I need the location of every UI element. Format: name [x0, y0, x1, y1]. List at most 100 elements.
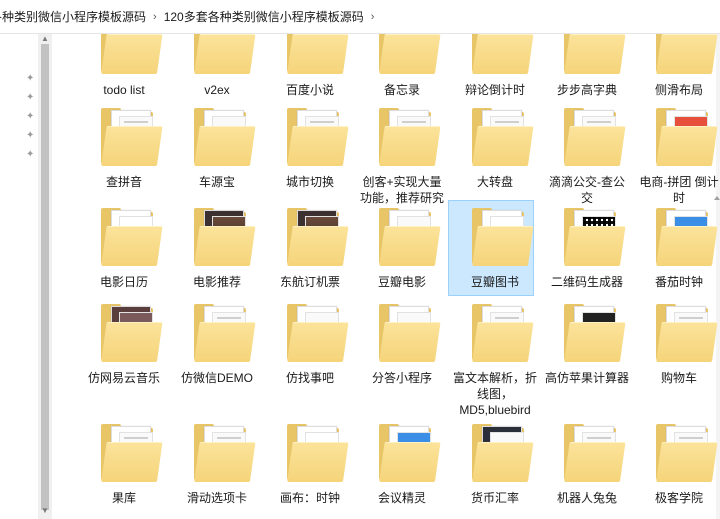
folder-label: 分答小程序 [371, 371, 432, 385]
folder-item[interactable]: 仿微信DEMO [174, 304, 260, 386]
folder-item[interactable]: 东航订机票 [267, 208, 353, 290]
pin-icon[interactable]: ✦ [26, 150, 36, 160]
folder-item[interactable]: 仿找事吧 [267, 304, 353, 386]
folder-item[interactable]: todo list [81, 34, 167, 98]
folder-icon: 8 [93, 208, 163, 268]
folder-item[interactable]: 画布：时钟 [267, 424, 353, 506]
folder-item[interactable]: 步步高字典 [544, 34, 630, 98]
folder-icon [93, 424, 163, 484]
folder-label: 备忘录 [383, 83, 420, 97]
folder-item[interactable]: 辩论倒计时 [452, 34, 538, 98]
folder-item[interactable]: 果库 [81, 424, 167, 506]
folder-item[interactable]: 仿网易云音乐 [81, 304, 167, 386]
chevron-right-icon[interactable]: › [368, 11, 378, 23]
folder-icon [279, 208, 349, 268]
folder-item[interactable]: 查拼音 [81, 108, 167, 190]
folder-label: 东航订机票 [279, 275, 340, 289]
folder-item[interactable]: 滴滴公交-查公交 [544, 108, 630, 206]
folder-item[interactable]: 百度小说 [267, 34, 353, 98]
folder-label: 查拼音 [105, 175, 142, 189]
folder-item[interactable]: 高仿苹果计算器 [544, 304, 630, 386]
folder-item[interactable]: 城市切换 [267, 108, 353, 190]
scroll-up-icon[interactable]: ▲ [41, 35, 49, 43]
navigation-pane: ✦ ✦ ✦ ✦ ✦ ▲ ▼ [0, 34, 52, 519]
folder-icon [464, 34, 534, 76]
folder-item[interactable]: 大转盘 [452, 108, 538, 190]
folder-label: 车源宝 [198, 175, 235, 189]
folder-label: 滑动选项卡 [186, 491, 247, 505]
folder-label: 仿微信DEMO [180, 371, 253, 385]
folder-icon [648, 424, 718, 484]
folder-icon [556, 208, 626, 268]
folder-label: 大转盘 [476, 175, 513, 189]
folder-item[interactable]: 极客学院 [636, 424, 720, 506]
folder-label: 仿找事吧 [285, 371, 334, 385]
folder-item[interactable]: 备忘录 [359, 34, 445, 98]
scroll-down-icon[interactable]: ▼ [41, 507, 49, 515]
folder-label: 画布：时钟 [279, 491, 340, 505]
folder-icon [186, 208, 256, 268]
pin-icon[interactable]: ✦ [26, 131, 36, 141]
folder-label: 二维码生成器 [550, 275, 623, 289]
folder-icon [648, 34, 718, 76]
folder-label: 步步高字典 [556, 83, 617, 97]
folder-item[interactable]: 机器人兔兔 [544, 424, 630, 506]
folder-icon [186, 108, 256, 168]
folder-label: 城市切换 [285, 175, 334, 189]
folder-item[interactable]: 番茄时钟 [636, 208, 720, 290]
folder-icon [279, 424, 349, 484]
breadcrumb-item-current[interactable]: 120多套各种类别微信小程序模板源码 [160, 8, 368, 25]
chevron-right-icon[interactable]: › [150, 11, 160, 23]
folder-label: 货币汇率 [470, 491, 519, 505]
folder-icon [648, 304, 718, 364]
folder-item[interactable]: 豆瓣图书 [448, 200, 538, 296]
folder-icon [279, 304, 349, 364]
folder-item[interactable]: 车源宝 [174, 108, 260, 190]
folder-icon [464, 304, 534, 364]
folder-icon [93, 34, 163, 76]
folder-icon [371, 424, 441, 484]
folder-label: 豆瓣图书 [470, 275, 519, 289]
folder-icon [556, 34, 626, 76]
folder-item[interactable]: 分答小程序 [359, 304, 445, 386]
folder-item[interactable]: 创客+实现大量功能，推荐研究 [359, 108, 445, 206]
folder-item[interactable]: v2ex [174, 34, 260, 98]
folder-label: 侧滑布局 [654, 83, 703, 97]
folder-label: 仿网易云音乐 [87, 371, 160, 385]
folder-label: 富文本解析，折线图，MD5,bluebird [452, 371, 537, 417]
scrollbar-thumb[interactable] [41, 44, 49, 510]
folder-icon [371, 108, 441, 168]
folder-icon [93, 108, 163, 168]
folder-item[interactable]: 会议精灵 [359, 424, 445, 506]
folder-item[interactable]: 电商-拼团 倒计时 [636, 108, 720, 206]
folder-item[interactable]: 购物车 [636, 304, 720, 386]
folder-item[interactable]: 豆瓣电影 [359, 208, 445, 290]
folder-item[interactable]: 货币汇率 [452, 424, 538, 506]
folder-item[interactable]: 二维码生成器 [544, 208, 630, 290]
folder-label: 百度小说 [285, 83, 334, 97]
address-bar[interactable]: 各种类别微信小程序模板源码 › 120多套各种类别微信小程序模板源码 › [0, 0, 720, 34]
folder-item[interactable]: 电影推荐 [174, 208, 260, 290]
folder-label: 电影推荐 [192, 275, 241, 289]
breadcrumb-item-parent[interactable]: 各种类别微信小程序模板源码 [0, 8, 150, 25]
folder-item[interactable]: 侧滑布局 [636, 34, 720, 98]
folder-label: 创客+实现大量功能，推荐研究 [359, 175, 444, 205]
folder-label: 电影日历 [99, 275, 148, 289]
folder-icon [371, 304, 441, 364]
folder-label: 会议精灵 [377, 491, 426, 505]
folder-item[interactable]: 富文本解析，折线图，MD5,bluebird [452, 304, 538, 418]
folder-icon [464, 424, 534, 484]
folder-icon [186, 424, 256, 484]
folder-item[interactable]: 8 电影日历 [81, 208, 167, 290]
folder-item[interactable]: 滑动选项卡 [174, 424, 260, 506]
folder-icon [648, 208, 718, 268]
pin-icon[interactable]: ✦ [26, 93, 36, 103]
nav-scrollbar[interactable]: ▲ ▼ [38, 34, 52, 519]
folder-icon [648, 108, 718, 168]
folder-label: 辩论倒计时 [464, 83, 525, 97]
folder-label: 番茄时钟 [654, 275, 703, 289]
folder-icon [556, 108, 626, 168]
pin-icon[interactable]: ✦ [26, 74, 36, 84]
pin-icon[interactable]: ✦ [26, 112, 36, 122]
folder-icon [464, 108, 534, 168]
